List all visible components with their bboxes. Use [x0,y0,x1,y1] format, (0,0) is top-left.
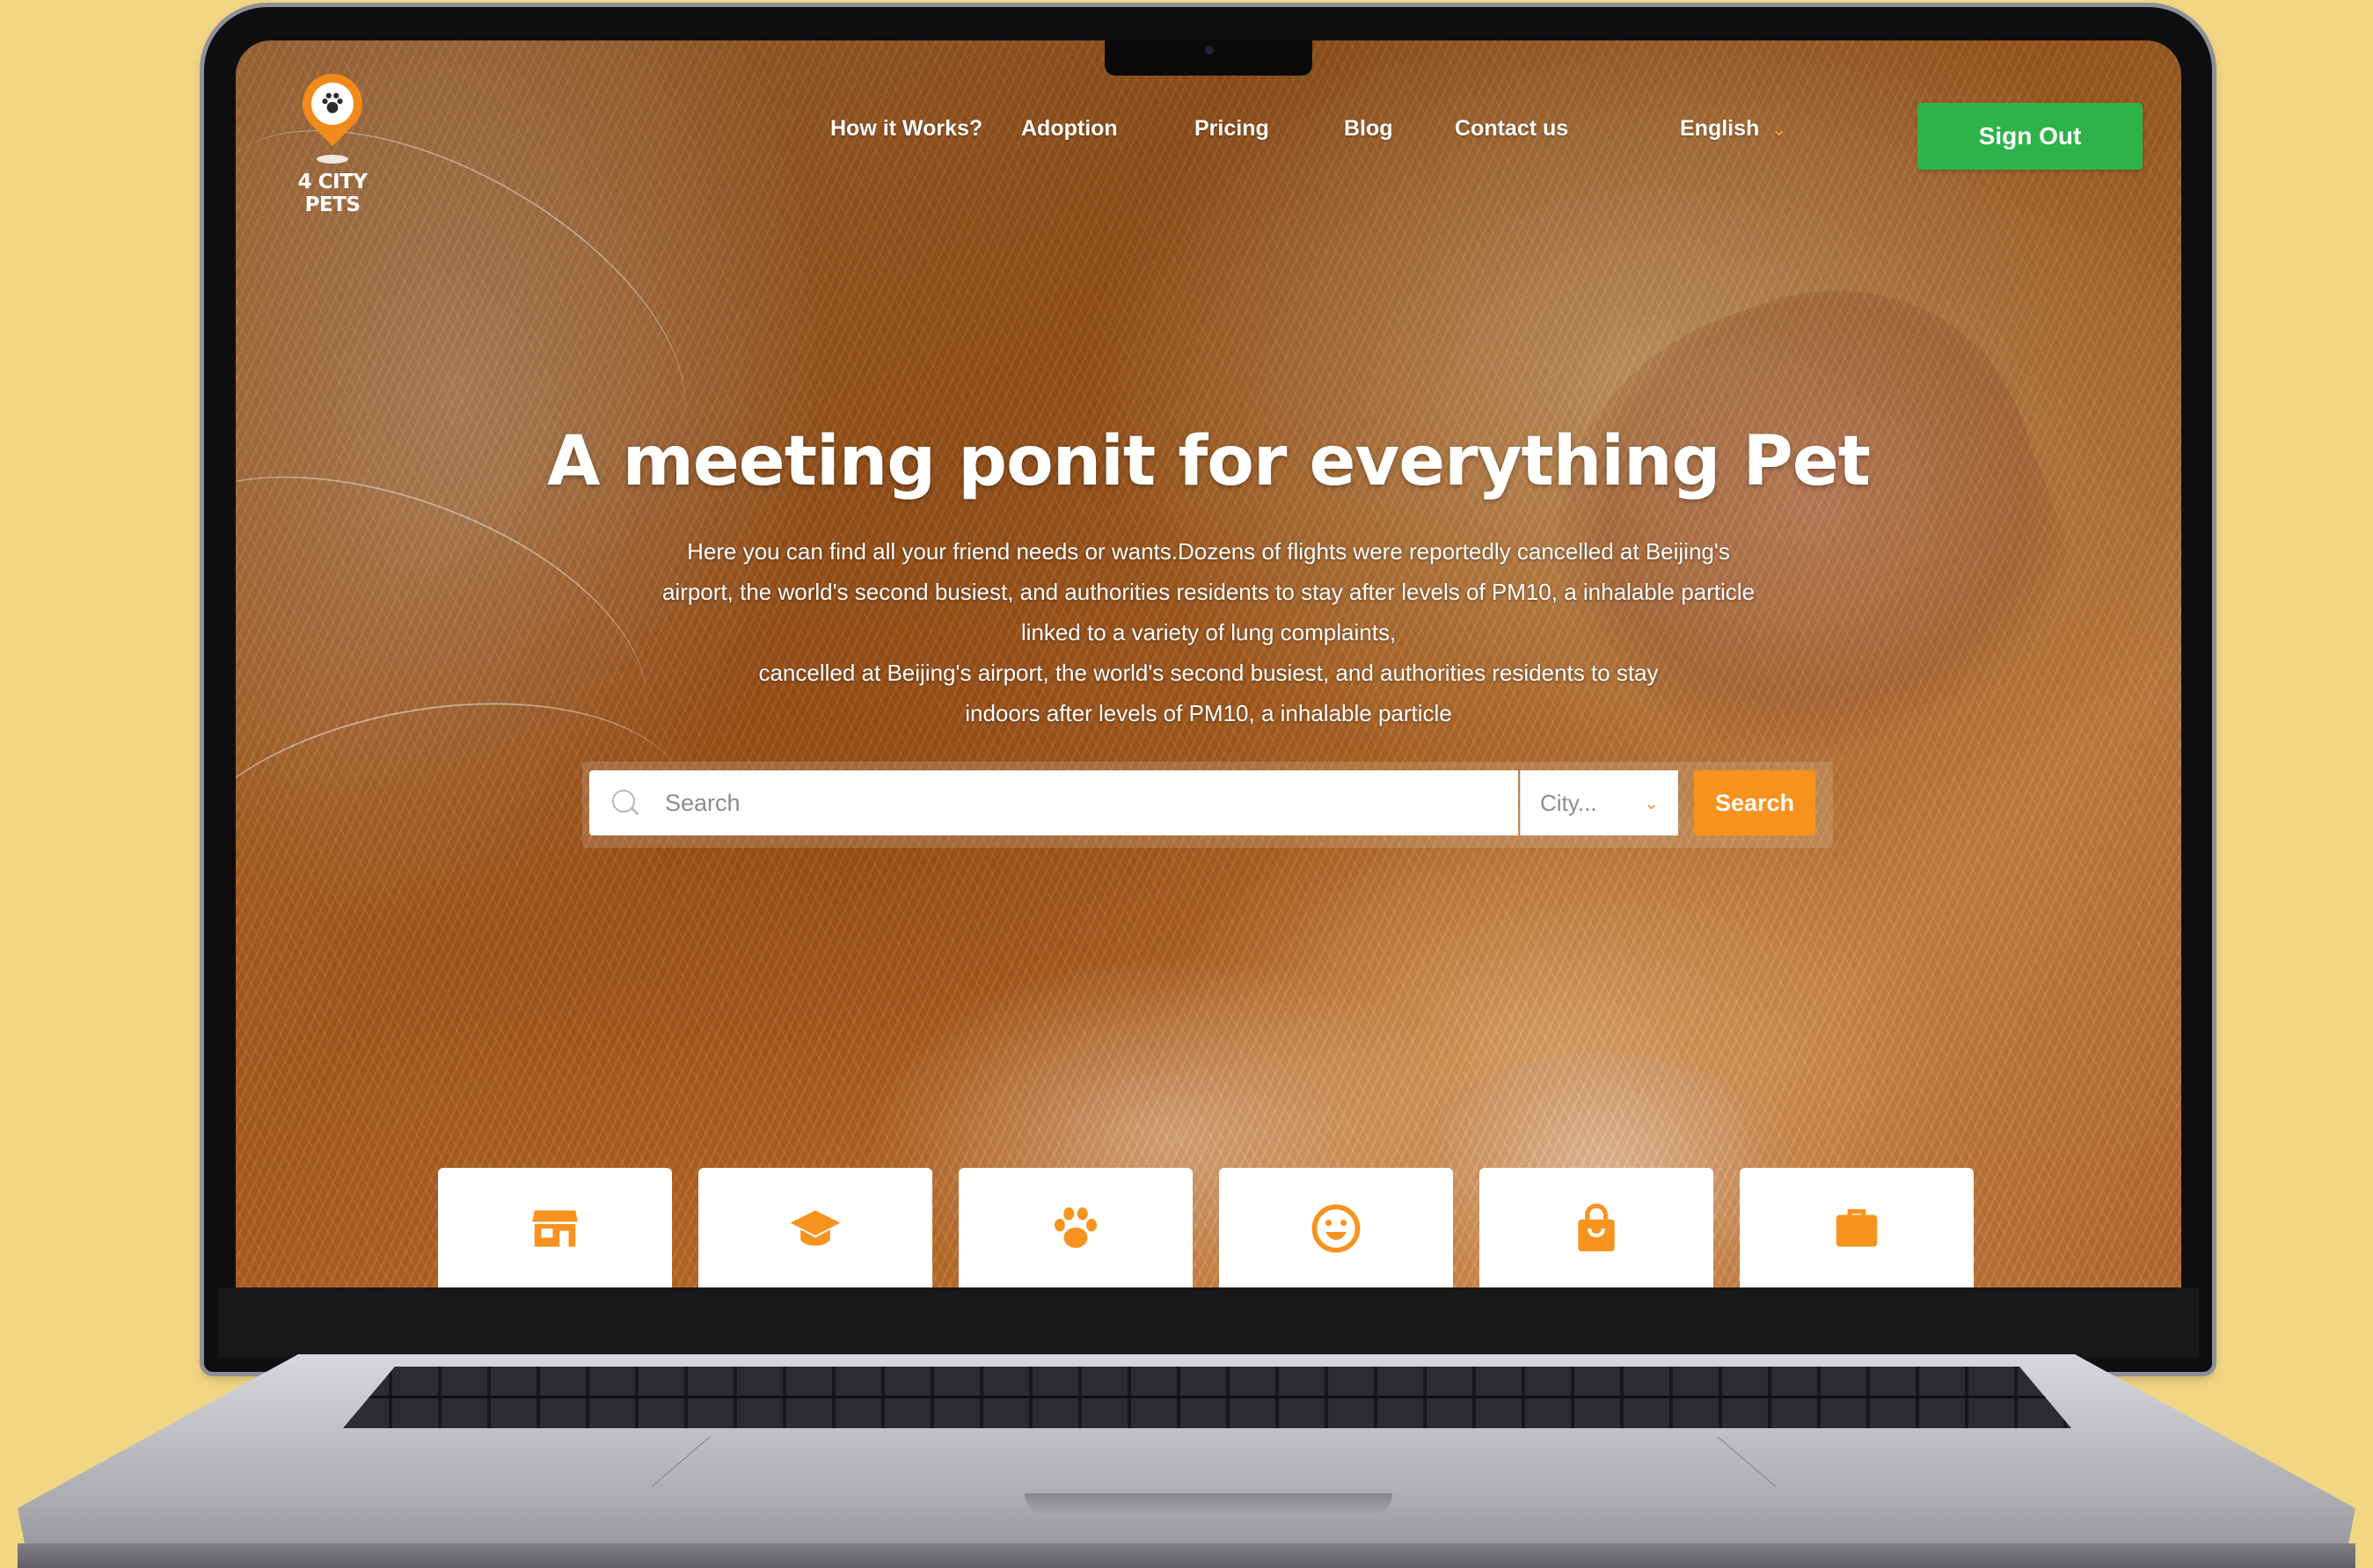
hero-description-line: cancelled at Beijing's airport, the worl… [758,660,1659,686]
screen-bezel-bottom [218,1287,2199,1358]
trackpad [651,1436,1777,1487]
search-bar: City... ⌄ Search [582,762,1833,848]
search-field[interactable] [589,770,1518,835]
city-select-label: City... [1540,789,1597,816]
store-icon [532,1210,578,1247]
camera-icon [1205,46,1214,55]
keyboard [343,1367,2071,1428]
chevron-down-icon: ⌄ [1771,120,1787,140]
nav-link-pricing[interactable]: Pricing [1194,116,1269,142]
shopping-bag-icon [1578,1203,1615,1251]
search-input[interactable] [663,776,1518,830]
sign-out-button[interactable]: Sign Out [1917,103,2143,170]
language-label: English [1680,116,1760,141]
category-tile-fun[interactable] [1219,1168,1453,1287]
hero-description-line: linked to a variety of lung complaints, [1020,619,1397,645]
category-tile-jobs[interactable] [1740,1168,1974,1287]
category-tile-education[interactable] [698,1168,932,1287]
graduation-cap-icon [790,1210,841,1246]
hero-description-line: indoors after levels of PM10, a inhalabl… [965,700,1452,726]
paw-icon [1054,1207,1098,1248]
logo-base [317,155,348,164]
language-selector[interactable]: English ⌄ [1680,116,1786,142]
camera-notch [1105,39,1312,76]
nav-link-adoption[interactable]: Adoption [1021,116,1118,142]
laptop-base-edge [18,1543,2355,1568]
category-tile-store[interactable] [438,1168,672,1287]
city-select[interactable]: City... ⌄ [1520,770,1678,835]
hero-description-line: Here you can find all your friend needs … [687,538,1730,565]
laptop-lip [1025,1493,1392,1516]
nav-link-contact-us[interactable]: Contact us [1455,116,1568,142]
screen: 4 CITY PETS How it Works? Adoption Prici… [236,40,2181,1287]
search-button[interactable]: Search [1694,770,1815,835]
chevron-down-icon: ⌄ [1644,793,1659,813]
laptop-mockup: 4 CITY PETS How it Works? Adoption Prici… [0,0,2373,1568]
brand-name: 4 CITY PETS [297,171,368,216]
main-nav: How it Works? Adoption Pricing Blog Cont… [236,116,2181,151]
nav-link-blog[interactable]: Blog [1344,116,1393,142]
category-tile-pets[interactable] [959,1168,1193,1287]
briefcase-icon [1836,1209,1878,1247]
search-icon [612,790,639,816]
hero-description-line: airport, the world's second busiest, and… [661,579,1756,605]
category-tile-shopping[interactable] [1479,1168,1713,1287]
hero-description: Here you can find all your friend needs … [588,531,1829,733]
smiley-icon [1311,1204,1361,1253]
nav-link-how-it-works[interactable]: How it Works? [830,116,982,142]
hero-title: A meeting ponit for everything Pet [547,422,1871,501]
